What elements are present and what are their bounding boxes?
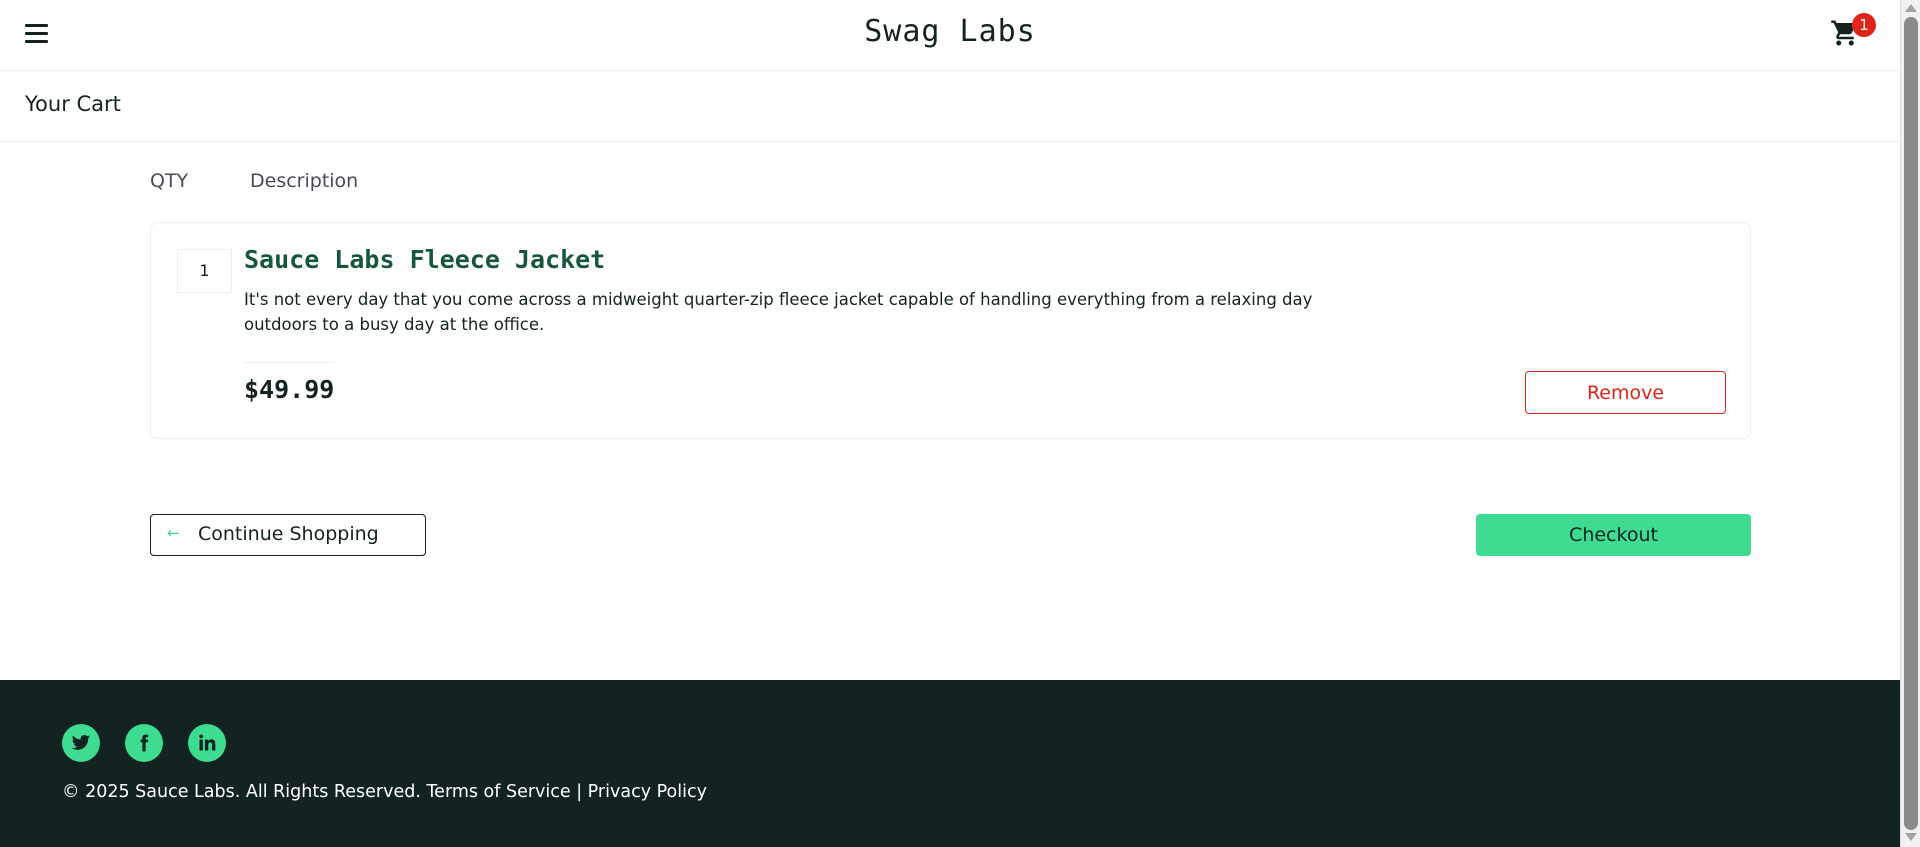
primary-header: Swag Labs 1 xyxy=(0,0,1900,71)
qty-label: QTY xyxy=(150,170,189,192)
item-price: $49.99 xyxy=(244,375,335,404)
item-quantity: 1 xyxy=(177,249,232,293)
item-name-link[interactable]: Sauce Labs Fleece Jacket xyxy=(244,245,605,274)
checkout-button[interactable]: Checkout xyxy=(1476,514,1751,556)
remove-button[interactable]: Remove xyxy=(1525,371,1726,414)
scroll-up-arrow-icon[interactable] xyxy=(1905,4,1917,12)
app-title: Swag Labs xyxy=(864,14,1036,49)
facebook-icon xyxy=(140,734,149,752)
continue-shopping-button[interactable]: ← Continue Shopping xyxy=(150,514,426,556)
scrollbar-thumb[interactable] xyxy=(1904,17,1918,830)
twitter-link[interactable] xyxy=(62,724,100,762)
twitter-icon xyxy=(71,735,91,750)
item-description: It's not every day that you come across … xyxy=(244,290,1313,334)
vertical-scrollbar[interactable] xyxy=(1900,0,1920,847)
linkedin-link[interactable] xyxy=(188,724,226,762)
arrow-left-icon: ← xyxy=(167,524,180,542)
page-title: Your Cart xyxy=(25,92,121,116)
footer: © 2025 Sauce Labs. All Rights Reserved. … xyxy=(0,680,1900,847)
linkedin-icon xyxy=(199,734,216,751)
continue-shopping-label: Continue Shopping xyxy=(198,523,379,545)
scroll-down-arrow-icon[interactable] xyxy=(1905,833,1917,841)
cart-item: 1 Sauce Labs Fleece Jacket It's not ever… xyxy=(150,222,1751,439)
price-divider xyxy=(244,362,334,363)
secondary-header: Your Cart xyxy=(0,71,1900,142)
page-viewport: Swag Labs 1 Your Cart QTY Description 1 … xyxy=(0,0,1900,847)
footer-copyright: © 2025 Sauce Labs. All Rights Reserved. … xyxy=(62,782,707,802)
facebook-link[interactable] xyxy=(125,724,163,762)
description-label: Description xyxy=(250,170,359,192)
cart-badge: 1 xyxy=(1852,13,1876,37)
